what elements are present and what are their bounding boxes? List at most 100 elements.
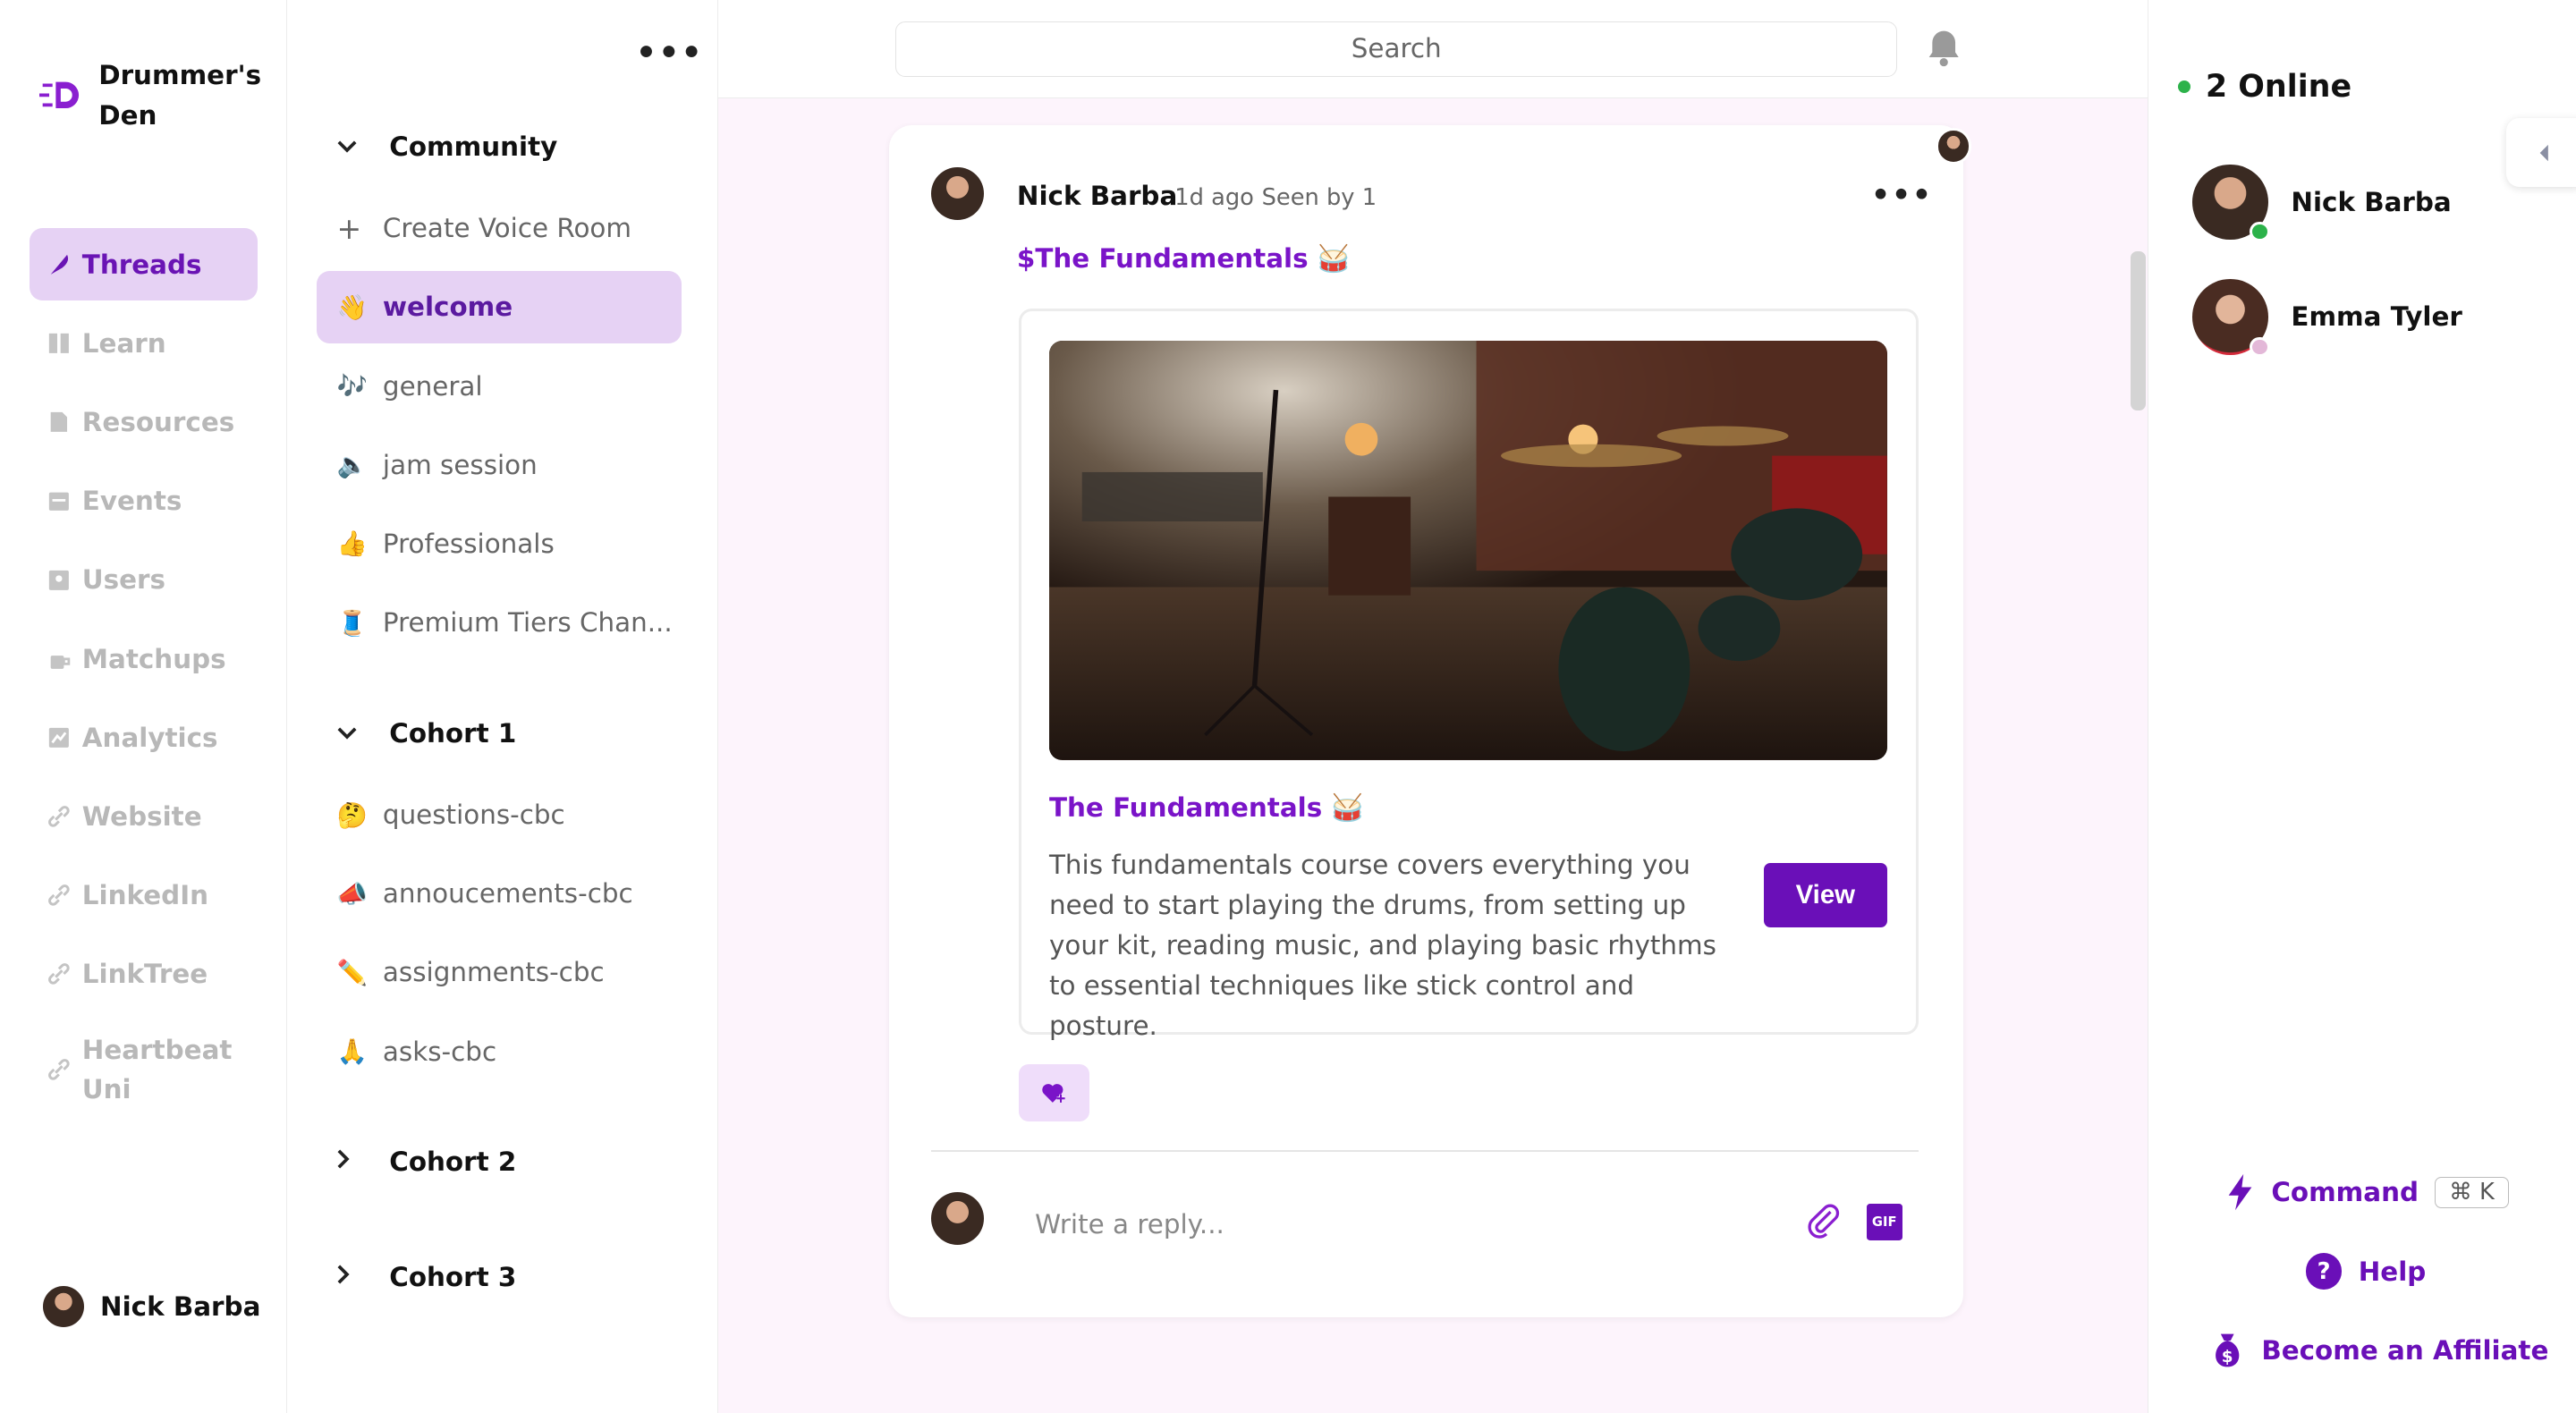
top-bar: Search bbox=[717, 0, 2148, 99]
seen-by-avatar bbox=[1935, 128, 1972, 165]
left-nav: Drummer's Den Threads Learn Resources Ev… bbox=[0, 0, 288, 1413]
channel-professionals[interactable]: 👍 Professionals bbox=[317, 508, 682, 580]
paperclip-icon[interactable] bbox=[1806, 1202, 1842, 1244]
section-title: Community bbox=[389, 131, 558, 162]
link-icon bbox=[46, 960, 72, 986]
section-community[interactable]: Community bbox=[337, 131, 558, 162]
nav-item-website[interactable]: Website bbox=[30, 780, 258, 852]
become-affiliate-button[interactable]: $ Become an Affiliate bbox=[2209, 1331, 2549, 1370]
help-button[interactable]: ? Help bbox=[2305, 1253, 2426, 1290]
brand-logo-icon bbox=[39, 81, 80, 109]
more-options-icon[interactable]: ••• bbox=[636, 33, 704, 72]
channel-label: questions-cbc bbox=[382, 800, 565, 831]
post-course-tag[interactable]: $The Fundamentals 🥁 bbox=[1017, 243, 1350, 275]
channel-welcome[interactable]: 👋 welcome bbox=[317, 271, 682, 343]
channel-asks-cbc[interactable]: 🙏 asks-cbc bbox=[317, 1015, 682, 1087]
nav-item-learn[interactable]: Learn bbox=[30, 307, 258, 379]
thread-post: Nick Barba 1d ago Seen by 1 ••• $The Fun… bbox=[888, 124, 1972, 1318]
nav-item-users[interactable]: Users bbox=[30, 544, 258, 616]
chevron-down-icon bbox=[337, 721, 370, 746]
channel-label: jam session bbox=[382, 449, 538, 480]
channel-label: general bbox=[382, 370, 483, 402]
section-cohort-2[interactable]: Cohort 2 bbox=[337, 1146, 516, 1177]
command-shortcut: ⌘ K bbox=[2435, 1176, 2509, 1209]
nav-label: Learn bbox=[81, 327, 166, 359]
section-title: Cohort 3 bbox=[389, 1261, 517, 1292]
heart-plus-icon bbox=[1041, 1084, 1065, 1104]
section-cohort-1[interactable]: Cohort 1 bbox=[337, 718, 516, 749]
nav-item-matchups[interactable]: Matchups bbox=[30, 622, 258, 695]
collapse-panel-button[interactable] bbox=[2506, 118, 2576, 188]
chevron-down-icon bbox=[337, 134, 370, 159]
affiliate-label: Become an Affiliate bbox=[2261, 1334, 2549, 1366]
nav-label: Resources bbox=[81, 407, 235, 438]
view-course-button[interactable]: View bbox=[1763, 863, 1887, 928]
nav-label: Matchups bbox=[81, 643, 226, 674]
channel-emoji: 🎶 bbox=[336, 372, 368, 402]
nav-label: Heartbeat Uni bbox=[81, 1034, 233, 1104]
nav-item-heartbeat-uni[interactable]: Heartbeat Uni bbox=[30, 1030, 258, 1109]
current-user[interactable]: Nick Barba bbox=[42, 1286, 260, 1328]
channel-annoucements-cbc[interactable]: 📣 annoucements-cbc bbox=[317, 858, 682, 930]
post-seen-by[interactable]: Seen by 1 bbox=[1262, 184, 1377, 211]
svg-text:$: $ bbox=[2221, 1348, 2233, 1366]
channel-label: Premium Tiers Chan... bbox=[382, 607, 673, 639]
course-image bbox=[1048, 341, 1887, 760]
chevron-right-icon bbox=[337, 1149, 370, 1174]
help-icon: ? bbox=[2305, 1253, 2343, 1290]
nav-item-analytics[interactable]: Analytics bbox=[30, 701, 258, 774]
section-cohort-3[interactable]: Cohort 3 bbox=[337, 1261, 517, 1292]
author-avatar[interactable] bbox=[931, 167, 985, 221]
course-description: This fundamentals course covers everythi… bbox=[1048, 850, 1716, 1042]
member-name: Nick Barba bbox=[2291, 186, 2452, 217]
channel-emoji: 📣 bbox=[336, 879, 368, 909]
nav-item-linktree[interactable]: LinkTree bbox=[30, 938, 258, 1011]
reply-input[interactable]: Write a reply... bbox=[1035, 1209, 1224, 1240]
add-reaction-button[interactable] bbox=[1018, 1064, 1089, 1122]
scrollbar[interactable] bbox=[2131, 251, 2146, 411]
post-time: 1d ago bbox=[1174, 183, 1254, 211]
book-icon bbox=[46, 330, 72, 356]
avatar bbox=[42, 1286, 84, 1328]
link-icon bbox=[46, 882, 72, 908]
channel-emoji: 🤔 bbox=[336, 800, 368, 830]
brand-name: Drummer's Den bbox=[98, 60, 262, 131]
channel-premium-tiers[interactable]: 🧵 Premium Tiers Chan... bbox=[317, 587, 682, 659]
channel-jam-session[interactable]: 🔈 jam session bbox=[317, 428, 682, 501]
chart-icon bbox=[46, 724, 72, 750]
plus-icon: + bbox=[336, 210, 362, 246]
file-icon bbox=[46, 409, 72, 435]
nav-item-threads[interactable]: Threads bbox=[30, 228, 258, 301]
money-bag-icon: $ bbox=[2215, 1333, 2239, 1367]
gif-icon[interactable]: GIF bbox=[1866, 1204, 1902, 1240]
channel-label: asks-cbc bbox=[382, 1036, 497, 1067]
brand[interactable]: Drummer's Den bbox=[39, 55, 263, 134]
chevron-right-icon bbox=[337, 1265, 370, 1290]
member-emma-tyler[interactable]: Emma Tyler bbox=[2192, 279, 2462, 357]
nav-item-events[interactable]: Events bbox=[30, 465, 258, 537]
reply-avatar bbox=[931, 1192, 985, 1246]
nav-item-resources[interactable]: Resources bbox=[30, 386, 258, 459]
channel-assignments-cbc[interactable]: ✏️ assignments-cbc bbox=[317, 936, 682, 1009]
bell-icon[interactable] bbox=[1926, 28, 1962, 73]
channel-general[interactable]: 🎶 general bbox=[317, 350, 682, 422]
channel-emoji: 👍 bbox=[336, 529, 368, 559]
post-options-icon[interactable]: ••• bbox=[1871, 177, 1933, 212]
nav-label: Analytics bbox=[81, 722, 218, 753]
channel-emoji: ✏️ bbox=[336, 958, 368, 987]
user-card-icon bbox=[46, 567, 72, 593]
search-input[interactable]: Search bbox=[895, 21, 1898, 78]
member-nick-barba[interactable]: Nick Barba bbox=[2192, 164, 2452, 241]
nav-label: LinkedIn bbox=[81, 880, 209, 911]
create-voice-room-button[interactable]: + Create Voice Room bbox=[317, 192, 682, 265]
online-title: 2 Online bbox=[2205, 69, 2352, 106]
post-author[interactable]: Nick Barba bbox=[1017, 181, 1177, 211]
lightning-icon bbox=[2228, 1174, 2252, 1211]
command-button[interactable]: Command ⌘ K bbox=[2225, 1172, 2509, 1212]
channel-label: Professionals bbox=[382, 528, 555, 559]
channel-label: assignments-cbc bbox=[382, 957, 605, 988]
channel-questions-cbc[interactable]: 🤔 questions-cbc bbox=[317, 779, 682, 851]
status-away-icon bbox=[2250, 336, 2270, 357]
nav-item-linkedin[interactable]: LinkedIn bbox=[30, 859, 258, 932]
course-title[interactable]: The Fundamentals 🥁 bbox=[1049, 792, 1364, 824]
